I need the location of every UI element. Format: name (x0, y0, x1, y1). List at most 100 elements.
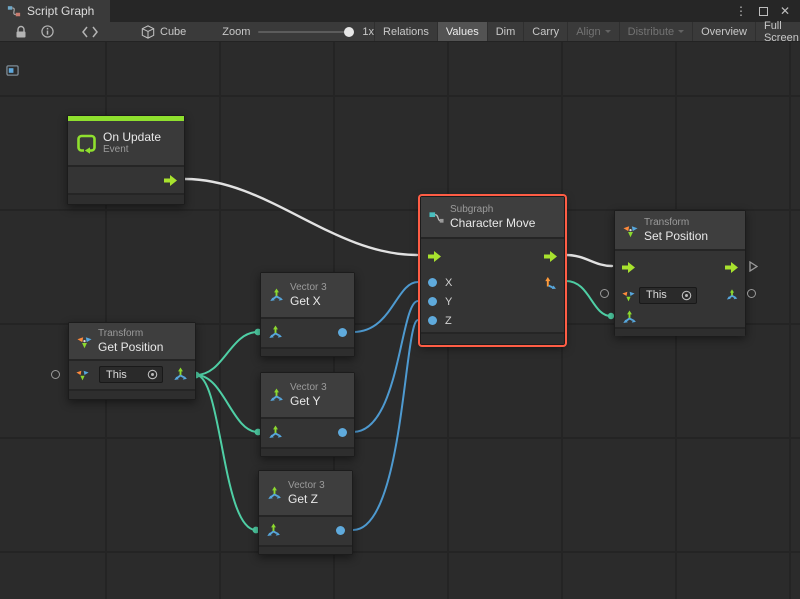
node-get-z[interactable]: Vector 3 Get Z (258, 470, 353, 555)
vector3-input-port[interactable] (266, 523, 281, 538)
object-picker-icon[interactable] (147, 369, 158, 380)
close-icon[interactable]: ✕ (780, 5, 790, 17)
overview-button[interactable]: Overview (692, 22, 755, 41)
node-type: Subgraph (450, 204, 535, 216)
distribute-button[interactable]: Distribute (619, 22, 692, 41)
cube-icon (141, 25, 155, 39)
graph-toolbar: Cube Zoom 1x Relations Values Dim Carry … (0, 22, 800, 42)
tab-script-graph[interactable]: Script Graph (0, 0, 110, 22)
z-input-port[interactable] (428, 316, 437, 325)
values-button[interactable]: Values (437, 22, 487, 41)
vector3-output-port[interactable] (543, 276, 557, 290)
tab-title: Script Graph (27, 4, 94, 18)
port-label-x: X (445, 277, 452, 289)
graph-canvas[interactable]: On Update Event Transform Get Position (0, 42, 800, 599)
node-footer (259, 545, 352, 554)
transform-icon (623, 223, 638, 238)
vector3-input-port[interactable] (268, 425, 283, 440)
vector3-input-port[interactable] (268, 325, 283, 340)
target-object-picker[interactable]: Cube (131, 22, 196, 41)
dropdown-arrow-icon (605, 30, 611, 36)
y-input-port[interactable] (428, 297, 437, 306)
object-picker-icon[interactable] (681, 290, 692, 301)
node-footer (421, 332, 564, 344)
zoom-control: Zoom 1x (222, 26, 374, 38)
unconnected-input-port[interactable] (600, 289, 609, 298)
target-object-field[interactable]: This (99, 366, 163, 383)
node-title: Get Z (288, 492, 325, 506)
node-type: Vector 3 (290, 382, 327, 394)
node-type: Transform (98, 328, 163, 340)
float-output-port[interactable] (338, 428, 347, 437)
target-object-value: This (646, 289, 667, 301)
wire-charactermove-to-setposition-value[interactable] (566, 281, 611, 316)
transform-icon (77, 334, 92, 349)
float-output-port[interactable] (336, 526, 345, 535)
wire-onupdate-to-charactermove[interactable] (185, 179, 417, 255)
zoom-slider[interactable] (258, 31, 354, 33)
vector3-value-input-port[interactable] (622, 310, 637, 325)
maximize-icon[interactable] (759, 7, 768, 16)
dropdown-arrow-icon (678, 30, 684, 36)
unconnected-flow-output[interactable] (749, 261, 758, 272)
flow-input-port[interactable] (622, 262, 635, 273)
float-output-port[interactable] (338, 328, 347, 337)
fullscreen-button[interactable]: Full Screen (755, 22, 800, 41)
menu-icon[interactable]: ⋮ (735, 5, 747, 17)
carry-button[interactable]: Carry (523, 22, 567, 41)
flow-output-port[interactable] (725, 262, 738, 273)
vector3-icon (267, 486, 282, 501)
node-type: Vector 3 (288, 480, 325, 492)
node-title: Get Y (290, 394, 327, 408)
node-footer (615, 327, 745, 336)
node-get-position[interactable]: Transform Get Position This (68, 322, 196, 400)
wire-getz-to-z[interactable] (353, 320, 418, 530)
node-subtitle: Event (103, 144, 161, 156)
node-set-position[interactable]: Transform Set Position This (614, 210, 746, 336)
wire-charactermove-to-setposition[interactable] (566, 255, 612, 266)
node-get-x[interactable]: Vector 3 Get X (260, 272, 355, 357)
lock-icon[interactable] (8, 22, 34, 41)
vector3-output-port[interactable] (726, 289, 738, 301)
target-object-field[interactable]: This (639, 287, 697, 304)
flow-input-port[interactable] (428, 251, 441, 262)
wire-getx-to-x[interactable] (353, 282, 418, 332)
node-title: On Update (103, 130, 161, 144)
vector3-output-port[interactable] (173, 367, 188, 382)
wire-getposition-to-getx[interactable] (196, 332, 258, 375)
node-on-update[interactable]: On Update Event (67, 115, 185, 205)
unconnected-output-port[interactable] (747, 289, 756, 298)
info-icon[interactable] (34, 22, 61, 41)
target-object-label: Cube (160, 26, 186, 38)
unconnected-input-port[interactable] (51, 370, 60, 379)
flow-output-port[interactable] (164, 175, 177, 186)
vector3-icon (269, 388, 284, 403)
script-graph-window: Script Graph ⋮ ✕ Cube Zoom 1x Relations … (0, 0, 800, 599)
wire-getposition-to-getz[interactable] (196, 375, 256, 530)
node-type: Vector 3 (290, 282, 327, 294)
dim-button[interactable]: Dim (487, 22, 524, 41)
target-input-port[interactable] (622, 289, 635, 302)
target-input-port[interactable] (76, 368, 89, 381)
code-icon[interactable] (75, 22, 105, 41)
port-label-z: Z (445, 315, 452, 327)
port-label-y: Y (445, 296, 452, 308)
target-object-value: This (106, 369, 127, 381)
node-title: Character Move (450, 216, 535, 230)
subgraph-icon (429, 210, 444, 225)
node-title: Set Position (644, 229, 708, 243)
node-title: Get X (290, 294, 327, 308)
node-character-move[interactable]: Subgraph Character Move X (420, 196, 565, 345)
node-footer (68, 193, 184, 204)
node-type: Transform (644, 217, 708, 229)
node-get-y[interactable]: Vector 3 Get Y (260, 372, 355, 457)
x-input-port[interactable] (428, 278, 437, 287)
graph-inspector-icon[interactable] (6, 64, 19, 77)
on-update-event-icon (76, 133, 97, 154)
relations-button[interactable]: Relations (374, 22, 437, 41)
align-button[interactable]: Align (567, 22, 618, 41)
node-title: Get Position (98, 340, 163, 354)
zoom-slider-handle[interactable] (344, 27, 354, 37)
flow-output-port[interactable] (544, 251, 557, 262)
vector3-icon (269, 288, 284, 303)
